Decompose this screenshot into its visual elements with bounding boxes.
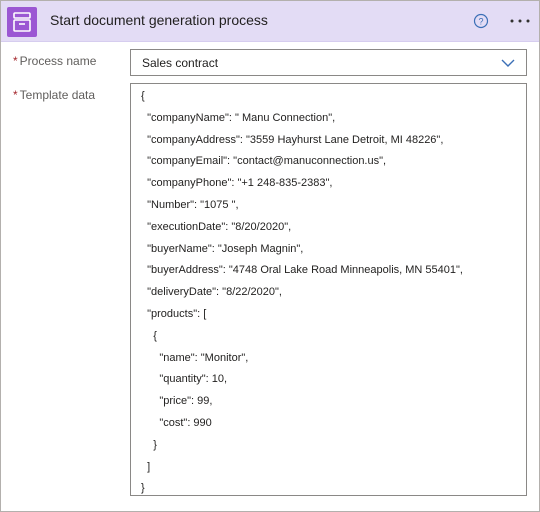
code-line: } xyxy=(141,482,145,495)
code-line: "companyEmail": "contact@manuconnection.… xyxy=(141,155,387,168)
code-line: "companyName": " Manu Connection", xyxy=(141,111,336,124)
code-line: { xyxy=(141,329,157,342)
chevron-down-icon xyxy=(500,56,516,68)
svg-text:?: ? xyxy=(478,17,483,27)
code-line: "buyerAddress": "4748 Oral Lake Road Min… xyxy=(141,264,463,277)
file-cabinet-icon xyxy=(7,7,37,37)
process-name-dropdown[interactable]: Sales contract xyxy=(130,49,527,76)
help-circle-icon[interactable]: ? xyxy=(473,13,489,29)
code-line: "companyAddress": "3559 Hayhurst Lane De… xyxy=(141,133,444,146)
code-line: { xyxy=(141,90,145,102)
code-line: "name": "Monitor", xyxy=(141,351,249,364)
code-line: "products": [ xyxy=(141,308,207,320)
required-marker: * xyxy=(13,88,18,102)
required-marker: * xyxy=(13,54,18,68)
code-line: "price": 99, xyxy=(141,395,213,408)
template-data-textarea[interactable]: { "companyName": " Manu Connection", "co… xyxy=(130,83,527,496)
process-name-label: * Process name xyxy=(13,54,97,68)
code-line: "buyerName": "Joseph Magnin", xyxy=(141,242,304,255)
code-line: "companyPhone": "+1 248-835-2383", xyxy=(141,177,333,190)
code-line: "Number": "1075 ", xyxy=(141,199,239,211)
code-line: "cost": 990 xyxy=(141,417,212,429)
code-line: ] xyxy=(141,460,151,473)
action-title: Start document generation process xyxy=(50,12,268,28)
process-name-value: Sales contract xyxy=(142,56,219,70)
code-line: "quantity": 10, xyxy=(141,373,228,386)
code-line: "deliveryDate": "8/22/2020", xyxy=(141,286,282,299)
template-data-label: * Template data xyxy=(13,88,96,102)
more-ellipsis-icon[interactable] xyxy=(508,13,532,29)
code-line: } xyxy=(141,438,157,451)
action-header[interactable]: Start document generation process ? xyxy=(1,1,539,42)
action-card: Start document generation process ? * Pro… xyxy=(0,0,540,512)
code-line: "executionDate": "8/20/2020", xyxy=(141,220,292,233)
